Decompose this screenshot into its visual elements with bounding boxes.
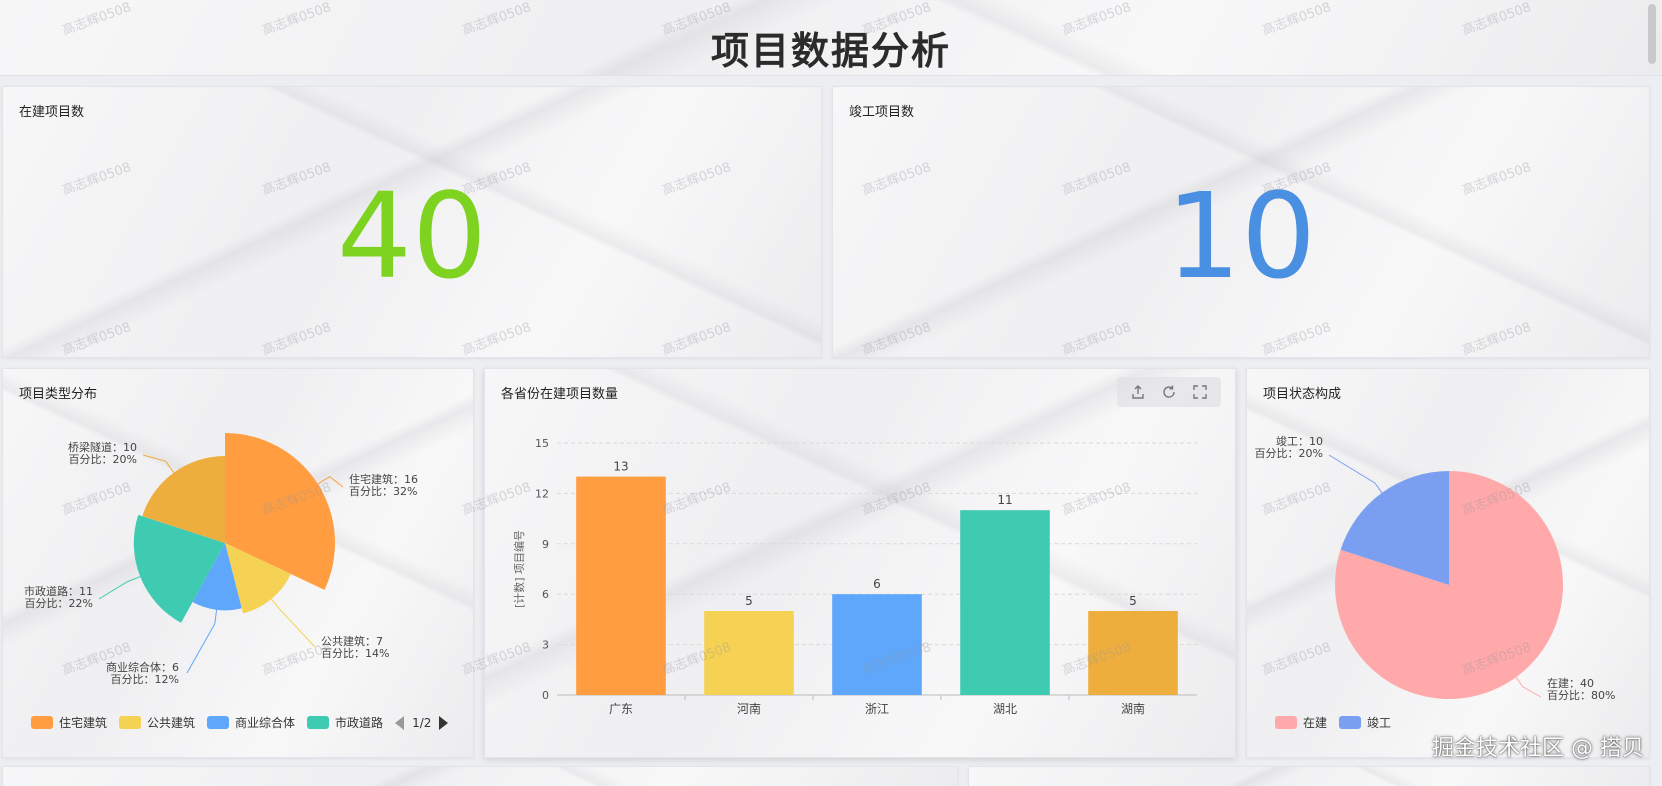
- kpi-title: 在建项目数: [19, 105, 85, 120]
- label-leader-line: [270, 598, 316, 648]
- bar-value-label: 5: [745, 594, 753, 608]
- legend-item-public[interactable]: 公共建筑: [119, 714, 195, 731]
- y-tick-label: 6: [542, 588, 549, 601]
- legend-label: 竣工: [1367, 716, 1392, 730]
- status-legend: 在建 竣工: [1275, 714, 1403, 731]
- y-tick-label: 0: [542, 689, 549, 702]
- x-tick-label: 广东: [609, 702, 633, 716]
- legend-pager: 1/2: [395, 715, 449, 730]
- kpi-card-completed: 竣工项目数 10: [832, 86, 1650, 358]
- export-icon[interactable]: [1127, 381, 1149, 403]
- legend-swatch: [1275, 716, 1297, 729]
- fullscreen-icon[interactable]: [1189, 381, 1211, 403]
- y-axis-label: [计数] 项目编号: [512, 530, 526, 608]
- scrollbar-thumb[interactable]: [1648, 4, 1656, 64]
- brand-watermark: 掘金技术社区 @ 搭贝: [1432, 736, 1644, 761]
- legend-label: 在建: [1303, 716, 1328, 730]
- legend-swatch: [1339, 716, 1362, 729]
- y-tick-label: 3: [542, 639, 549, 652]
- x-tick-label: 湖北: [993, 701, 1017, 716]
- legend-label: 公共建筑: [147, 716, 196, 730]
- legend-label: 住宅建筑: [59, 716, 108, 730]
- label-leader-line: [1515, 676, 1542, 698]
- type-legend: 住宅建筑 公共建筑 商业综合体 市政道路 1/2: [31, 714, 449, 731]
- legend-item-under-construction[interactable]: 在建: [1275, 714, 1327, 731]
- card-title: 各省份在建项目数量: [501, 387, 619, 402]
- legend-swatch: [31, 716, 53, 729]
- slice-label: 竣工：10 百分比：20%: [1255, 434, 1323, 460]
- bottom-card-left: [2, 766, 958, 786]
- x-tick-label: 湖南: [1121, 701, 1145, 716]
- legend-item-completed[interactable]: 竣工: [1339, 714, 1391, 731]
- bar[interactable]: [960, 510, 1050, 695]
- slice-label: 在建：40 百分比：80%: [1547, 676, 1615, 702]
- bar[interactable]: [576, 476, 666, 695]
- refresh-icon[interactable]: [1158, 381, 1180, 403]
- slice-label: 商业综合体：6 百分比：12%: [106, 660, 179, 686]
- bar-value-label: 13: [613, 460, 628, 474]
- label-leader-line: [1328, 454, 1383, 494]
- label-leader-line: [98, 576, 141, 600]
- legend-item-commercial[interactable]: 商业综合体: [207, 714, 295, 731]
- x-tick-label: 浙江: [865, 702, 889, 716]
- y-tick-label: 9: [542, 538, 549, 551]
- y-tick-label: 12: [535, 487, 549, 500]
- bar[interactable]: [704, 611, 794, 695]
- legend-swatch: [119, 716, 142, 729]
- y-tick-label: 15: [535, 437, 549, 450]
- chart-toolbar: [1117, 377, 1221, 407]
- province-bar-chart: 0 3 6 9 12 15 [计数] 项目编号 13 广东 5 河南 6 浙江 11 湖北 5 湖南: [512, 437, 1197, 716]
- pager-prev-icon[interactable]: [395, 715, 405, 730]
- page-title: 项目数据分析: [710, 29, 951, 73]
- legend-label: 市政道路: [335, 716, 384, 730]
- type-distribution-card: 项目类型分布 住宅建筑：16 百分比：32% 公共建筑：7 百分比：14% 商业综合体：…: [2, 368, 474, 758]
- bar[interactable]: [1088, 611, 1178, 695]
- kpi-value: 40: [336, 167, 488, 305]
- kpi-card-under-construction: 在建项目数 40: [2, 86, 822, 358]
- kpi-value: 10: [1165, 167, 1317, 305]
- x-tick-label: 河南: [737, 701, 761, 716]
- slice-label: 桥梁隧道：10 百分比：20%: [68, 440, 137, 466]
- dashboard-header: 项目数据分析: [0, 0, 1662, 76]
- bar[interactable]: [832, 594, 922, 695]
- bar-value-label: 11: [997, 493, 1012, 507]
- status-pie-chart: 在建：40 百分比：80% 竣工：10 百分比：20%: [1255, 434, 1616, 702]
- slice-label: 市政道路：11 百分比：22%: [24, 584, 93, 610]
- province-bar-card: 各省份在建项目数量 0 3 6 9 12 15 [计数] 项目编号 13 广东 5 河南 6 浙江 11 湖…: [484, 368, 1236, 758]
- bottom-card-right: [968, 766, 1650, 786]
- kpi-title: 竣工项目数: [849, 105, 915, 120]
- label-leader-line: [142, 454, 175, 473]
- bar-value-label: 6: [873, 577, 881, 591]
- card-title: 项目类型分布: [19, 387, 98, 402]
- bar-value-label: 5: [1129, 594, 1137, 608]
- card-title: 项目状态构成: [1263, 387, 1342, 402]
- type-rose-chart: 住宅建筑：16 百分比：32% 公共建筑：7 百分比：14% 商业综合体：6 百分比：12…: [24, 433, 418, 686]
- pager-next-icon[interactable]: [439, 715, 449, 730]
- legend-label: 商业综合体: [235, 716, 296, 730]
- label-leader-line: [186, 609, 218, 674]
- slice-label: 公共建筑：7 百分比：14%: [321, 634, 389, 660]
- legend-item-municipal[interactable]: 市政道路: [307, 714, 383, 731]
- slice-label: 住宅建筑：16 百分比：32%: [349, 472, 418, 498]
- legend-swatch: [207, 716, 230, 729]
- legend-page-indicator: 1/2: [412, 715, 432, 730]
- legend-swatch: [307, 716, 330, 729]
- label-leader-line: [317, 475, 344, 488]
- legend-item-residential[interactable]: 住宅建筑: [31, 714, 107, 731]
- status-pie-card: 项目状态构成 在建：40 百分比：80% 竣工：10 百分比：20% 在建 竣工: [1246, 368, 1650, 758]
